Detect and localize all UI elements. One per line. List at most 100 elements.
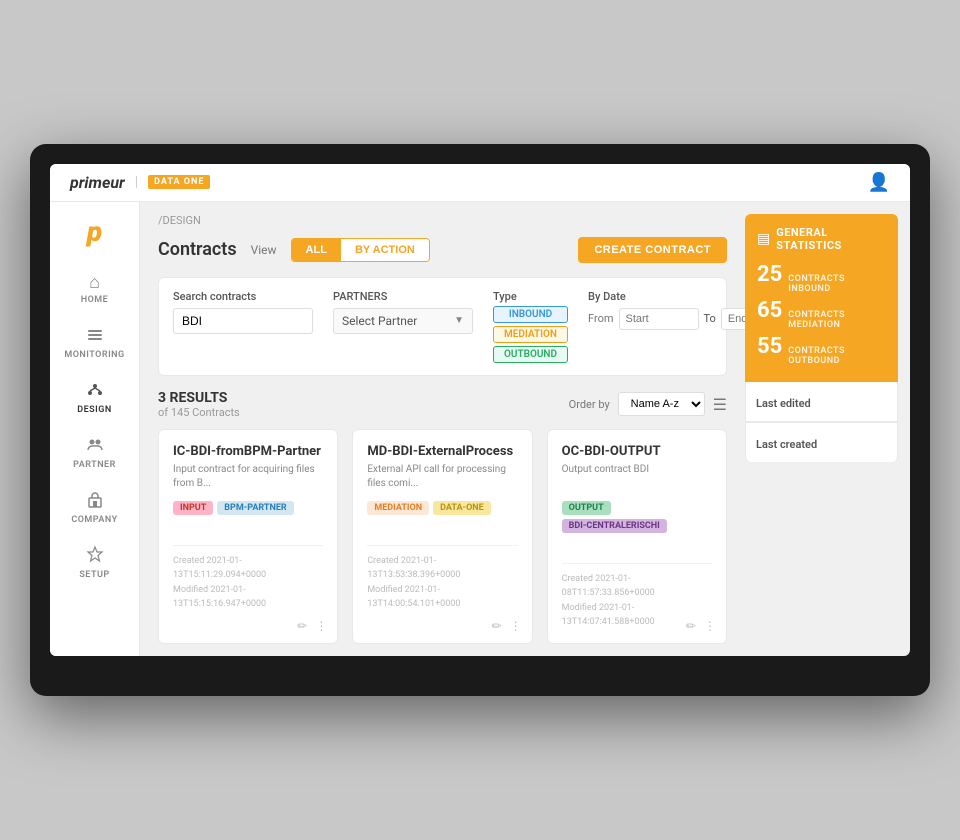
date-to-input[interactable] — [721, 308, 745, 330]
card-tag-output: OUTPUT — [562, 501, 611, 515]
partner-icon — [86, 435, 104, 457]
edit-icon-2[interactable]: ✏ — [686, 619, 696, 633]
stat-number-outbound: 55 — [757, 334, 782, 359]
contract-card-2[interactable]: OC-BDI-OUTPUT Output contract BDI OUTPUT… — [547, 429, 727, 645]
view-tabs: ALL BY ACTION — [291, 238, 430, 262]
partner-placeholder: Select Partner — [342, 314, 417, 328]
company-icon — [86, 490, 104, 512]
stat-label-mediation: CONTRACTS MEDIATION — [788, 310, 886, 330]
create-contract-button[interactable]: CREATE CONTRACT — [578, 237, 727, 263]
contract-card-1[interactable]: MD-BDI-ExternalProcess External API call… — [352, 429, 532, 645]
more-icon-0[interactable]: ⋮ — [315, 619, 327, 633]
sidebar-item-company[interactable]: COMPANY — [57, 482, 132, 533]
more-icon-2[interactable]: ⋮ — [704, 619, 716, 633]
stats-title: General statistics — [776, 226, 886, 252]
date-group: By Date From To — [588, 290, 745, 330]
card-modified-1: Modified 2021-01-13T14:00:54.101+0000 — [367, 583, 517, 612]
card-title-2: OC-BDI-OUTPUT — [562, 444, 712, 459]
sidebar-label-design: DESIGN — [77, 405, 112, 415]
setup-icon — [86, 545, 104, 567]
card-tags-0: INPUT BPM-PARTNER — [173, 501, 323, 515]
date-to-label: To — [704, 312, 716, 325]
main-area: p ⌂ HOME MONITORING — [50, 202, 910, 657]
card-tag-bpm-partner: BPM-PARTNER — [217, 501, 293, 515]
card-created-1: Created 2021-01-13T13:53:38.396+0000 — [367, 554, 517, 583]
sidebar-item-home[interactable]: ⌂ HOME — [57, 266, 132, 313]
header-divider: | — [135, 174, 138, 190]
type-inbound[interactable]: INBOUND — [493, 306, 568, 323]
card-footer-0: Created 2021-01-13T15:11:29.094+0000 Mod… — [173, 545, 323, 612]
partner-chevron-icon: ▼ — [454, 315, 464, 326]
results-info: 3 RESULTS of 145 Contracts — [158, 390, 240, 419]
tab-by-action[interactable]: BY ACTION — [341, 239, 429, 261]
sidebar-label-partner: PARTNER — [73, 460, 116, 470]
laptop-screen: primeur | DATA ONE 👤 p ⌂ HOME — [50, 164, 910, 657]
user-icon[interactable]: 👤 — [868, 172, 890, 193]
logo-text: p — [87, 215, 102, 248]
stat-row-outbound: 55 CONTRACTS OUTBOUND — [757, 334, 886, 366]
more-icon-1[interactable]: ⋮ — [510, 619, 522, 633]
edit-icon-1[interactable]: ✏ — [492, 619, 502, 633]
last-created-label: Last created — [756, 438, 817, 451]
type-group: Type INBOUND MEDIATION OUTBOUND — [493, 290, 568, 363]
tab-all[interactable]: ALL — [292, 239, 341, 261]
right-panel: ▤ General statistics 25 CONTRACTS INBOUN… — [745, 202, 910, 657]
card-actions-1: ✏ ⋮ — [492, 619, 522, 633]
card-actions-0: ✏ ⋮ — [297, 619, 327, 633]
search-input[interactable] — [173, 308, 313, 334]
card-modified-0: Modified 2021-01-13T15:15:16.947+0000 — [173, 583, 323, 612]
order-label: Order by — [569, 398, 610, 411]
results-row: 3 RESULTS of 145 Contracts Order by Name… — [158, 390, 727, 419]
brand-name: primeur — [70, 173, 125, 192]
app-header: primeur | DATA ONE 👤 — [50, 164, 910, 202]
last-edited-panel: Last edited — [745, 382, 898, 422]
type-outbound[interactable]: OUTBOUND — [493, 346, 568, 363]
page-title: Contracts — [158, 239, 237, 260]
stat-number-mediation: 65 — [757, 298, 782, 323]
partner-group: PARTNERS Select Partner ▼ — [333, 290, 473, 334]
last-edited-label: Last edited — [756, 397, 811, 410]
card-title-1: MD-BDI-ExternalProcess — [367, 444, 517, 459]
sidebar-label-setup: SETUP — [79, 570, 109, 580]
search-label: Search contracts — [173, 290, 313, 303]
results-subtitle: of 145 Contracts — [158, 406, 240, 419]
laptop-frame: primeur | DATA ONE 👤 p ⌂ HOME — [30, 144, 930, 697]
type-badges: INBOUND MEDIATION OUTBOUND — [493, 306, 568, 363]
card-tags-2: OUTPUT BDI-CENTRALERISCHI — [562, 501, 712, 533]
search-row: Search contracts PARTNERS Select Partner… — [173, 290, 712, 363]
sidebar-item-monitoring[interactable]: MONITORING — [57, 317, 132, 368]
contracts-grid: IC-BDI-fromBPM-Partner Input contract fo… — [158, 429, 727, 645]
design-icon — [86, 380, 104, 402]
stat-row-inbound: 25 CONTRACTS INBOUND — [757, 262, 886, 294]
sidebar-item-setup[interactable]: SETUP — [57, 537, 132, 588]
sidebar-logo: p — [75, 212, 115, 252]
sidebar: p ⌂ HOME MONITORING — [50, 202, 140, 657]
search-area: Search contracts PARTNERS Select Partner… — [158, 277, 727, 376]
order-select[interactable]: Name A-z — [618, 392, 705, 416]
card-created-2: Created 2021-01-08T11:57:33.856+0000 — [562, 572, 712, 601]
sidebar-label-home: HOME — [81, 295, 109, 305]
date-from-label: From — [588, 312, 613, 325]
contract-card-0[interactable]: IC-BDI-fromBPM-Partner Input contract fo… — [158, 429, 338, 645]
date-from-input[interactable] — [619, 308, 699, 330]
type-mediation[interactable]: MEDIATION — [493, 326, 568, 343]
card-tag-bdi-central: BDI-CENTRALERISCHI — [562, 519, 667, 533]
partner-select[interactable]: Select Partner ▼ — [333, 308, 473, 334]
edit-icon-0[interactable]: ✏ — [297, 619, 307, 633]
sidebar-item-design[interactable]: DESIGN — [57, 372, 132, 423]
stats-header: ▤ General statistics — [757, 226, 886, 252]
sidebar-item-partner[interactable]: PARTNER — [57, 427, 132, 478]
list-view-icon[interactable]: ☰ — [713, 395, 727, 414]
results-count: 3 RESULTS — [158, 390, 240, 406]
type-label: Type — [493, 290, 568, 303]
card-desc-2: Output contract BDI — [562, 463, 712, 491]
date-row: From To — [588, 308, 745, 330]
view-label: View — [251, 243, 277, 257]
brand-tag: DATA ONE — [148, 175, 210, 189]
stats-icon: ▤ — [757, 231, 770, 247]
card-desc-0: Input contract for acquiring files from … — [173, 463, 323, 491]
page-header-left: Contracts View ALL BY ACTION — [158, 238, 430, 262]
card-desc-1: External API call for processing files c… — [367, 463, 517, 491]
card-tags-1: MEDIATION DATA-ONE — [367, 501, 517, 515]
stat-number-inbound: 25 — [757, 262, 782, 287]
